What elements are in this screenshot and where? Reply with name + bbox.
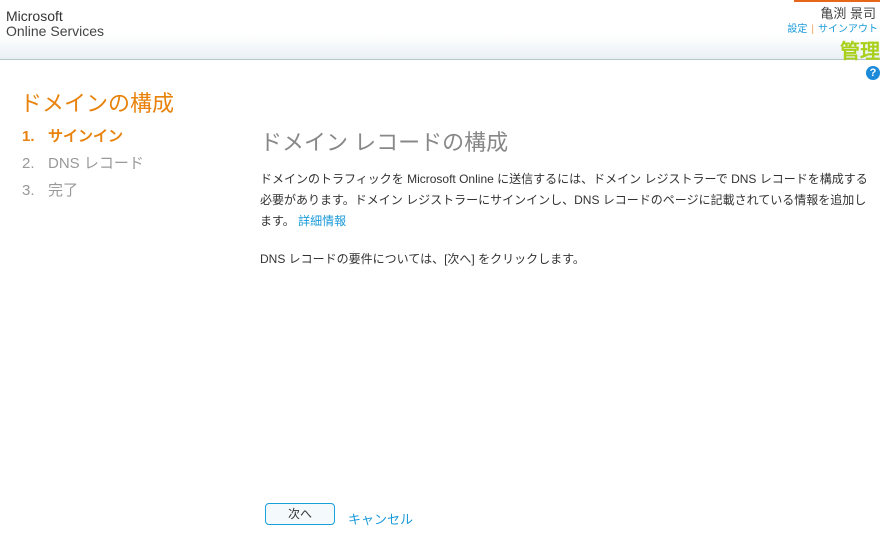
next-button[interactable]: 次へ [265, 503, 335, 525]
cancel-link[interactable]: キャンセル [348, 509, 413, 528]
step-number: 3. [22, 182, 35, 199]
step-dns-records: 2. DNS レコード [22, 152, 144, 179]
more-info-link[interactable]: 詳細情報 [298, 214, 346, 228]
signout-link[interactable]: サインアウト [818, 24, 878, 35]
settings-link[interactable]: 設定 [787, 24, 807, 35]
description-text: ドメインのトラフィックを Microsoft Online に送信するには、ドメ… [260, 172, 868, 228]
admin-label[interactable]: 管理 [840, 35, 880, 64]
wizard-steps: 1. サインイン 2. DNS レコード 3. 完了 [22, 125, 144, 206]
step-number: 2. [22, 155, 35, 172]
instruction-text: DNS レコードの要件については、[次へ] をクリックします。 [260, 252, 585, 266]
help-icon[interactable]: ? [866, 66, 880, 80]
header: Microsoft Online Services 亀渕 景司 設定 | サインアウ… [0, 0, 880, 63]
step-number: 1. [22, 128, 35, 145]
step-label: DNS レコード [48, 155, 144, 172]
main-content: ドメイン レコードの構成 ドメインのトラフィックを Microsoft Onli… [260, 125, 870, 270]
logo-online-services: Online Services [6, 23, 105, 39]
accent-bar [794, 0, 880, 2]
step-signin: 1. サインイン [22, 125, 144, 152]
logo-microsoft: Microsoft [6, 8, 63, 24]
page-title: ドメインの構成 [20, 91, 175, 116]
section-heading: ドメイン レコードの構成 [260, 130, 509, 155]
separator: | [811, 24, 814, 35]
step-complete: 3. 完了 [22, 179, 144, 206]
user-links: 設定 | サインアウト [787, 20, 878, 35]
step-label: 完了 [48, 182, 79, 199]
description: ドメインのトラフィックを Microsoft Online に送信するには、ドメ… [260, 169, 870, 232]
step-label: サインイン [48, 128, 124, 145]
